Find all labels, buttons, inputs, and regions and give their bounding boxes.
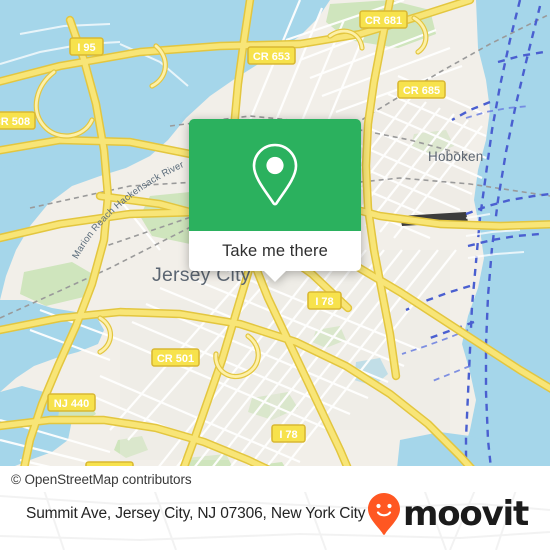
- svg-text:I 78: I 78: [315, 296, 333, 308]
- road-shield-i78-upper: I 78: [307, 291, 342, 310]
- location-popup-card[interactable]: Take me there: [189, 119, 361, 282]
- osm-attribution[interactable]: © OpenStreetMap contributors: [0, 466, 550, 492]
- road-shield-cr653: CR 653: [247, 46, 296, 65]
- road-shield-cr681: CR 681: [359, 10, 408, 29]
- moovit-smiley-pin-icon: [367, 493, 400, 535]
- svg-text:CR 681: CR 681: [365, 15, 402, 27]
- take-me-there-button[interactable]: Take me there: [189, 231, 361, 271]
- svg-text:CR 685: CR 685: [403, 85, 440, 97]
- svg-text:I 95: I 95: [77, 42, 95, 54]
- svg-text:CR 653: CR 653: [253, 51, 290, 63]
- svg-text:CR 508: CR 508: [0, 116, 30, 128]
- road-shield-i95: I 95: [69, 37, 104, 56]
- svg-text:I 78: I 78: [279, 429, 297, 441]
- road-shield-i78-lower: I 78: [271, 424, 306, 443]
- road-shield-nj440: NJ 440: [47, 393, 96, 412]
- address-text: Summit Ave, Jersey City, NJ 07306, New Y…: [26, 505, 366, 522]
- popup-header: [189, 119, 361, 231]
- moovit-map-screenshot: Marion Reach Hackensack River Jersey Cit…: [0, 0, 550, 550]
- svg-text:NJ 440: NJ 440: [54, 398, 89, 410]
- road-shield-cr501: CR 501: [151, 348, 200, 367]
- city-label-hoboken: Hoboken: [428, 149, 483, 164]
- moovit-logo[interactable]: moovit: [367, 492, 529, 536]
- attribution-text: © OpenStreetMap contributors: [11, 471, 192, 487]
- map-pin-icon: [252, 143, 298, 206]
- take-me-there-label: Take me there: [222, 241, 328, 260]
- popup-pointer-tail: [264, 271, 286, 282]
- svg-text:CR 501: CR 501: [157, 353, 194, 365]
- road-shield-cr508: CR 508: [0, 111, 36, 130]
- moovit-wordmark: moovit: [402, 494, 529, 534]
- road-shield-cr685: CR 685: [397, 80, 446, 99]
